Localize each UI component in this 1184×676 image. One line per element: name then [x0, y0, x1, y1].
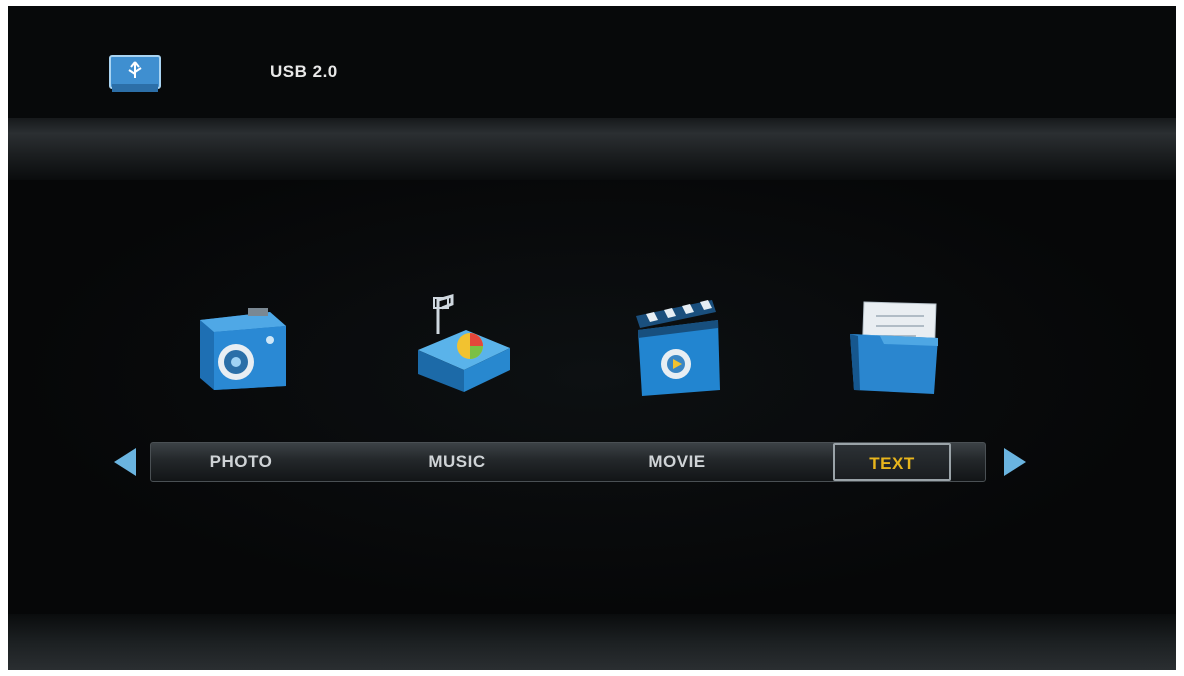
tab-movie[interactable]: MOVIE	[607, 443, 747, 481]
media-menu-bar: PHOTO MUSIC MOVIE TEXT	[150, 442, 986, 482]
header-bar: USB 2.0	[8, 6, 1176, 124]
folder-document-icon[interactable]	[840, 290, 950, 400]
tab-text[interactable]: TEXT	[833, 443, 951, 481]
tab-music[interactable]: MUSIC	[387, 443, 527, 481]
footer-band	[8, 614, 1176, 670]
arrow-right-icon[interactable]	[1000, 446, 1030, 478]
clapperboard-icon[interactable]	[628, 290, 738, 400]
tab-photo[interactable]: PHOTO	[171, 443, 311, 481]
usb-drive-icon	[109, 55, 161, 92]
camera-icon[interactable]	[188, 290, 298, 400]
source-label: USB 2.0	[270, 62, 338, 81]
header-divider	[8, 118, 1176, 180]
media-player-screen: USB 2.0 PHOTO MUSIC MOVIE TEXT	[8, 6, 1176, 670]
media-menu-area	[8, 180, 1176, 614]
music-box-icon[interactable]	[408, 290, 518, 400]
arrow-left-icon[interactable]	[110, 446, 140, 478]
